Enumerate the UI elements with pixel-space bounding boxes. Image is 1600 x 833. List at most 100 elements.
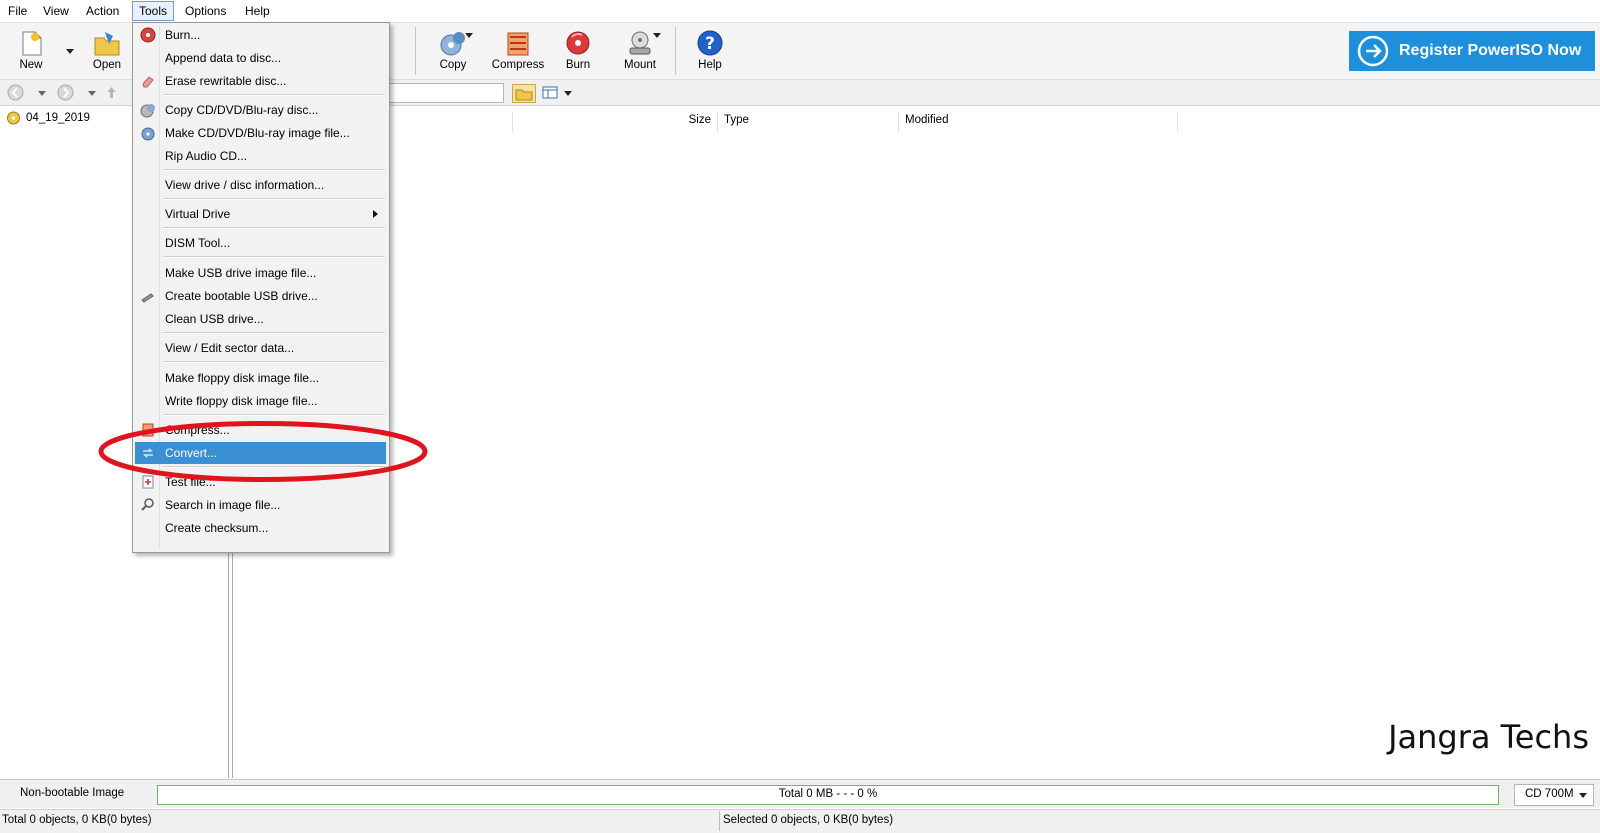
menu-separator: [163, 227, 385, 229]
menu-separator: [163, 169, 385, 171]
menu-separator: [163, 256, 385, 258]
copy-dropdown-arrow-icon[interactable]: [465, 33, 473, 38]
column-size[interactable]: Size: [671, 110, 711, 130]
menu-item-compress[interactable]: Compress...: [135, 419, 386, 441]
menu-item-label: Make floppy disk image file...: [165, 371, 320, 385]
menu-item-burn[interactable]: Burn...: [135, 24, 386, 46]
register-label: Register PowerISO Now: [1399, 42, 1582, 59]
menu-item-append-data[interactable]: Append data to disc...: [135, 47, 386, 69]
submenu-arrow-icon: [373, 210, 378, 218]
capacity-status-bar: Non-bootable Image Total 0 MB - - - 0 % …: [0, 779, 1600, 808]
burn-disc-icon: [140, 27, 156, 43]
menu-item-write-floppy[interactable]: Write floppy disk image file...: [135, 390, 386, 412]
boot-status-label: Non-bootable Image: [20, 787, 125, 799]
convert-icon: [143, 448, 153, 458]
menu-item-label: DISM Tool...: [165, 236, 231, 250]
menu-separator: [163, 94, 385, 96]
menu-item-label: Make USB drive image file...: [165, 266, 317, 280]
column-divider: [717, 112, 718, 132]
menu-item-clean-usb[interactable]: Clean USB drive...: [135, 308, 386, 330]
menu-item-convert[interactable]: Convert...: [135, 442, 386, 464]
new-dropdown-arrow-icon[interactable]: [66, 49, 74, 54]
menu-tools[interactable]: Tools: [132, 1, 175, 21]
forward-arrow-icon[interactable]: [57, 84, 74, 101]
compress-icon: [142, 423, 154, 437]
back-dropdown-icon[interactable]: [38, 91, 46, 96]
eraser-icon: [142, 76, 154, 88]
menu-item-label: Burn...: [165, 28, 201, 42]
back-arrow-icon[interactable]: [7, 84, 24, 101]
media-size-select[interactable]: CD 700M: [1514, 784, 1594, 806]
compress-button[interactable]: Compress: [489, 25, 547, 77]
column-modified[interactable]: Modified: [905, 110, 948, 130]
menu-bar: File View Action Tools Options Help: [0, 0, 1600, 23]
copy-label: Copy: [439, 59, 467, 71]
media-size-value: CD 700M: [1525, 788, 1574, 800]
burn-button[interactable]: Burn: [551, 25, 605, 77]
menu-view[interactable]: View: [37, 2, 75, 20]
menu-item-label: Virtual Drive: [165, 207, 231, 221]
path-input[interactable]: [382, 83, 504, 103]
menu-item-make-usb-image[interactable]: Make USB drive image file...: [135, 262, 386, 284]
menu-item-label: Convert...: [165, 446, 218, 460]
menu-help[interactable]: Help: [239, 2, 276, 20]
file-list-panel: Size Type Modified Jangra Techs: [232, 106, 1600, 778]
menu-item-copy-disc[interactable]: Copy CD/DVD/Blu-ray disc...: [135, 99, 386, 121]
column-type[interactable]: Type: [724, 110, 749, 130]
new-file-icon: [22, 31, 42, 56]
menu-item-label: Clean USB drive...: [165, 312, 264, 326]
menu-options[interactable]: Options: [179, 2, 232, 20]
menu-item-bootable-usb[interactable]: Create bootable USB drive...: [135, 285, 386, 307]
menu-item-search-image[interactable]: Search in image file...: [135, 494, 386, 516]
menu-item-make-image[interactable]: Make CD/DVD/Blu-ray image file...: [135, 122, 386, 144]
menu-item-sector-data[interactable]: View / Edit sector data...: [135, 337, 386, 359]
menu-separator: [163, 332, 385, 334]
open-button[interactable]: Open: [80, 25, 134, 77]
mount-label: Mount: [624, 59, 656, 71]
folder-view-icon[interactable]: [512, 84, 536, 103]
mount-dropdown-arrow-icon[interactable]: [653, 33, 661, 38]
view-mode-icon[interactable]: [541, 84, 559, 101]
menu-item-label: Create checksum...: [165, 521, 269, 535]
menu-item-label: Rip Audio CD...: [165, 149, 248, 163]
forward-dropdown-icon[interactable]: [88, 91, 96, 96]
menu-item-drive-info[interactable]: View drive / disc information...: [135, 174, 386, 196]
menu-item-create-checksum[interactable]: Create checksum...: [135, 517, 386, 539]
column-divider: [898, 112, 899, 132]
total-objects-status: Total 0 objects, 0 KB(0 bytes): [2, 814, 152, 826]
menu-separator: [163, 466, 385, 468]
new-button[interactable]: New: [4, 25, 58, 77]
menu-file[interactable]: File: [2, 2, 33, 20]
menu-item-label: Make CD/DVD/Blu-ray image file...: [165, 126, 350, 140]
menu-item-erase-disc[interactable]: Erase rewritable disc...: [135, 70, 386, 92]
new-label: New: [19, 59, 43, 71]
usb-icon: [141, 293, 154, 303]
menu-item-label: View drive / disc information...: [165, 178, 325, 192]
status-divider: [719, 811, 720, 831]
view-mode-dropdown-icon[interactable]: [564, 91, 572, 96]
menu-item-label: Compress...: [165, 423, 230, 437]
menu-item-make-floppy[interactable]: Make floppy disk image file...: [135, 367, 386, 389]
menu-item-dism-tool[interactable]: DISM Tool...: [135, 232, 386, 254]
watermark-text: Jangra Techs: [1388, 718, 1589, 756]
menu-item-virtual-drive[interactable]: Virtual Drive: [135, 203, 386, 225]
menu-action[interactable]: Action: [80, 2, 125, 20]
menu-item-label: View / Edit sector data...: [165, 341, 295, 355]
menu-item-label: Copy CD/DVD/Blu-ray disc...: [165, 103, 319, 117]
arrow-right-circle-icon: [1357, 35, 1389, 67]
menu-item-rip-audio[interactable]: Rip Audio CD...: [135, 145, 386, 167]
help-button[interactable]: ? Help: [683, 25, 737, 77]
menu-item-label: Test file...: [165, 475, 216, 489]
test-file-icon: [142, 475, 154, 489]
burn-disc-icon: [566, 31, 590, 55]
copy-disc-icon: [140, 104, 155, 118]
capacity-progress-bar: Total 0 MB - - - 0 %: [157, 785, 1499, 805]
up-folder-icon[interactable]: [103, 84, 120, 101]
help-label: Help: [698, 59, 722, 71]
status-bar: Total 0 objects, 0 KB(0 bytes) Selected …: [0, 809, 1600, 833]
menu-separator: [163, 414, 385, 416]
register-button[interactable]: Register PowerISO Now: [1349, 31, 1595, 71]
chevron-down-icon: [1579, 793, 1587, 798]
make-image-icon: [141, 127, 155, 141]
menu-item-test-file[interactable]: Test file...: [135, 471, 386, 493]
